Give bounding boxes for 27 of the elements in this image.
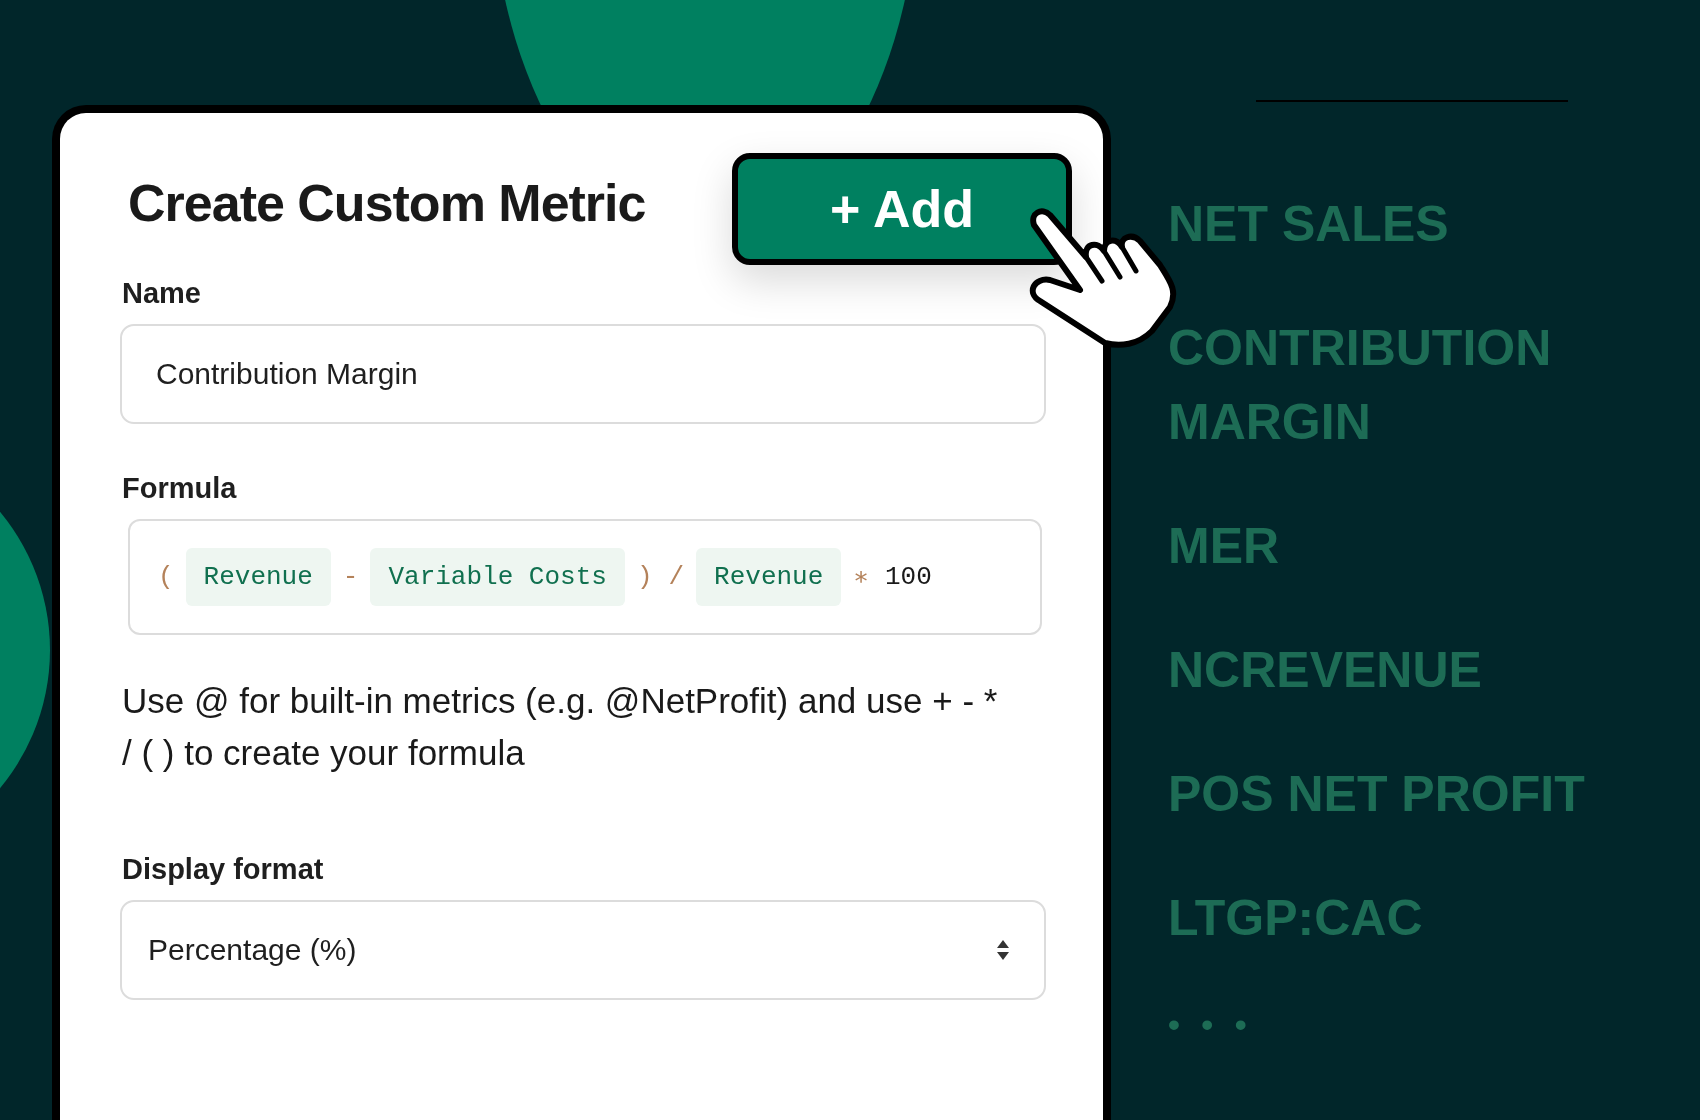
field-label: Display format [122, 853, 325, 886]
help-text: Use @ for built-in metrics (e.g. @NetProfit) and use + - * / ( ) to create your formula [122, 680, 999, 774]
field-label: Name [122, 277, 202, 310]
metric-name: NCREVENUE [1168, 641, 1483, 700]
operator: / [667, 562, 686, 592]
formula-input-field[interactable]: ( Revenue - Variable Costs ) / Revenue ∗ 100 [128, 519, 1042, 635]
dialog-title: Create Custom Metric [128, 173, 646, 233]
operator: ( [157, 562, 175, 592]
operator: ∗ [852, 562, 870, 593]
metric-name: POS NET PROFIT [1168, 765, 1586, 824]
number-literal: 100 [883, 562, 933, 592]
metric-chip: Revenue [185, 548, 331, 606]
add-button[interactable]: + Add [732, 153, 1072, 265]
sort-arrows-icon [996, 939, 1010, 961]
display-format-select[interactable]: Percentage (%) [120, 900, 1046, 1000]
metric-name: MER [1168, 517, 1281, 576]
more-ellipsis: • • • [1168, 1005, 1254, 1044]
metric-name: LTGP:CAC [1168, 889, 1424, 948]
field-label: Formula [122, 472, 238, 505]
metric-chip: Variable Costs [370, 548, 625, 606]
select-value: Percentage (%) [148, 933, 357, 967]
name-input-field[interactable]: Contribution Margin [120, 324, 1046, 424]
metric-name: NET SALES [1168, 195, 1450, 254]
operator: - [341, 562, 360, 592]
metric-name: CONTRIBUTION MARGIN [1168, 319, 1553, 452]
metric-chip: Revenue [696, 548, 842, 606]
operator: ) [635, 562, 654, 592]
